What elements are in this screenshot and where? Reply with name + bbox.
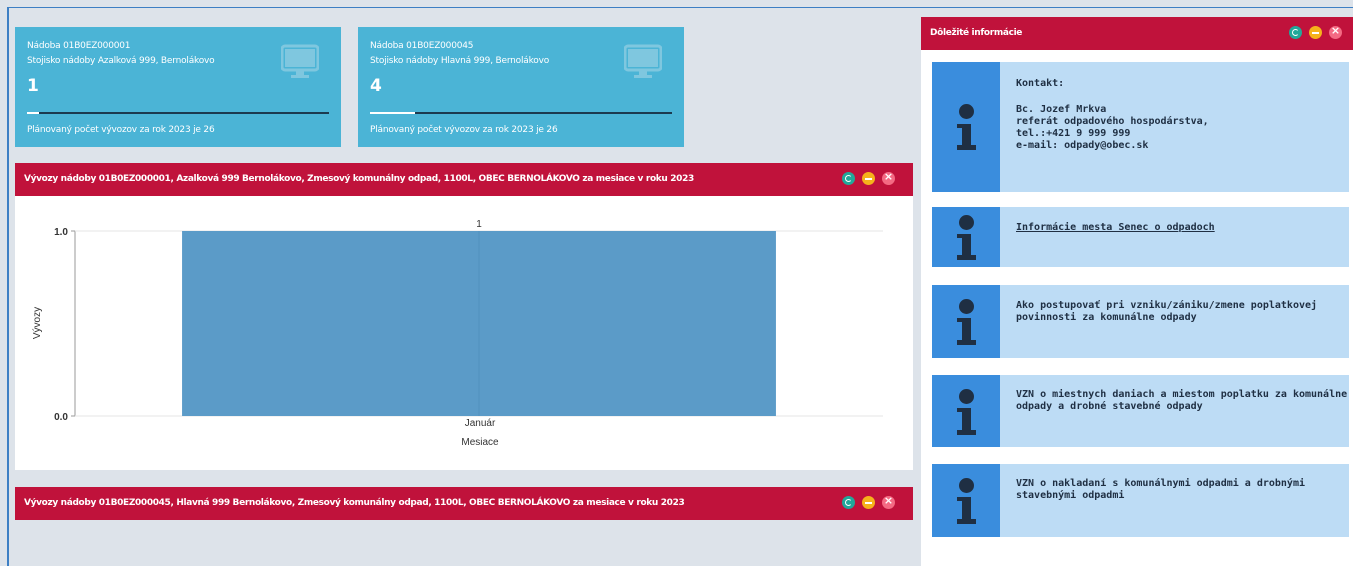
close-icon[interactable] (1329, 24, 1342, 39)
card-text-line-1: VZN o nakladaní s komunálnymi odpadmi a … (1016, 478, 1305, 489)
panel-controls (1289, 24, 1342, 39)
tile-planned-pickups: Plánovaný počet vývozov za rok 2023 je 2… (370, 125, 558, 135)
monitor-icon (624, 44, 662, 78)
info-icon (932, 207, 1000, 267)
pickups-bar-chart: 1.0 0.0 Vývozy 1 Január Mesiace (32, 219, 883, 448)
info-icon (932, 375, 1000, 447)
tile-container-location: Stojisko nádoby Hlavná 999, Bernolákovo (370, 56, 550, 66)
info-icon (932, 62, 1000, 192)
info-panel-header: Dôležité informácie (921, 17, 1353, 50)
info-card-vzn-taxes[interactable]: VZN o miestnych daniach a miestom poplat… (932, 375, 1349, 447)
refresh-icon[interactable] (842, 172, 855, 185)
tile-progress-bar (370, 112, 672, 114)
panel-controls (842, 170, 895, 185)
minimize-icon[interactable] (862, 496, 875, 509)
info-panel-title: Dôležité informácie (930, 28, 1023, 38)
info-panel: Dôležité informácie Kontakt: Bc. Jozef M… (921, 17, 1353, 566)
card-text-line-2: stavebnými odpadmi (1016, 490, 1125, 501)
chart-panel-1-body: 1.0 0.0 Vývozy 1 Január Mesiace (15, 196, 913, 470)
monitor-icon (281, 44, 319, 78)
y-axis-title: Vývozy (32, 307, 43, 339)
page-frame-top-border (7, 7, 1353, 8)
minimize-icon[interactable] (862, 172, 875, 185)
contact-department: referát odpadového hospodárstva, (1016, 116, 1209, 127)
card-text-line-2: odpady a drobné stavebné odpady (1016, 401, 1203, 412)
card-text-line-2: povinnosti za komunálne odpady (1016, 312, 1197, 323)
contact-name: Bc. Jozef Mrkva (1016, 104, 1107, 115)
info-icon (932, 285, 1000, 358)
card-text-line-1: VZN o miestnych daniach a miestom poplat… (1016, 389, 1348, 400)
x-axis-title: Mesiace (461, 437, 499, 448)
refresh-icon[interactable] (1289, 26, 1302, 39)
x-tick-label: Január (465, 418, 496, 429)
senec-waste-info-link[interactable]: Informácie mesta Senec o odpadoch (1016, 222, 1215, 234)
minimize-icon[interactable] (1309, 26, 1322, 39)
tile-progress-fill (370, 112, 416, 114)
container-stat-tile-1[interactable]: Nádoba 01B0EZ000001 Stojisko nádoby Azal… (15, 27, 341, 147)
contact-phone: tel.:+421 9 999 999 (1016, 128, 1131, 139)
tile-planned-pickups: Plánovaný počet vývozov za rok 2023 je 2… (27, 125, 215, 135)
close-icon[interactable] (882, 494, 895, 509)
contact-heading: Kontakt: (1016, 78, 1065, 89)
tile-container-location: Stojisko nádoby Azalková 999, Bernolákov… (27, 56, 215, 66)
bar-data-label: 1 (476, 219, 482, 230)
page-frame-left-border (7, 7, 9, 566)
close-icon[interactable] (882, 170, 895, 185)
chart-panel-2-title: Vývozy nádoby 01B0EZ000045, Hlavná 999 B… (24, 498, 685, 508)
chart-panel-1-header: Vývozy nádoby 01B0EZ000001, Azalková 999… (15, 163, 913, 196)
info-card-contact: Kontakt: Bc. Jozef Mrkva referát odpadov… (932, 62, 1349, 192)
tile-pickup-count: 4 (370, 76, 382, 96)
y-tick-label-min: 0.0 (54, 412, 68, 423)
tile-pickup-count: 1 (27, 76, 39, 96)
tile-progress-fill (27, 112, 40, 114)
card-text-line-1: Ako postupovať pri vzniku/zániku/zmene p… (1016, 300, 1318, 311)
info-card-vzn-waste-handling[interactable]: VZN o nakladaní s komunálnymi odpadmi a … (932, 464, 1349, 537)
tile-container-id: Nádoba 01B0EZ000001 (27, 41, 131, 51)
refresh-icon[interactable] (842, 496, 855, 509)
info-card-fee-obligation[interactable]: Ako postupovať pri vzniku/zániku/zmene p… (932, 285, 1349, 358)
info-icon (932, 464, 1000, 537)
chart-panel-2-header: Vývozy nádoby 01B0EZ000045, Hlavná 999 B… (15, 487, 913, 520)
chart-panel-1-title: Vývozy nádoby 01B0EZ000001, Azalková 999… (24, 174, 694, 184)
panel-controls (842, 494, 895, 509)
contact-email: e-mail: odpady@obec.sk (1016, 140, 1149, 151)
tile-progress-bar (27, 112, 329, 114)
y-tick-label-max: 1.0 (54, 227, 68, 238)
info-card-senec-link[interactable]: Informácie mesta Senec o odpadoch (932, 207, 1349, 267)
container-stat-tile-2[interactable]: Nádoba 01B0EZ000045 Stojisko nádoby Hlav… (358, 27, 684, 147)
tile-container-id: Nádoba 01B0EZ000045 (370, 41, 474, 51)
